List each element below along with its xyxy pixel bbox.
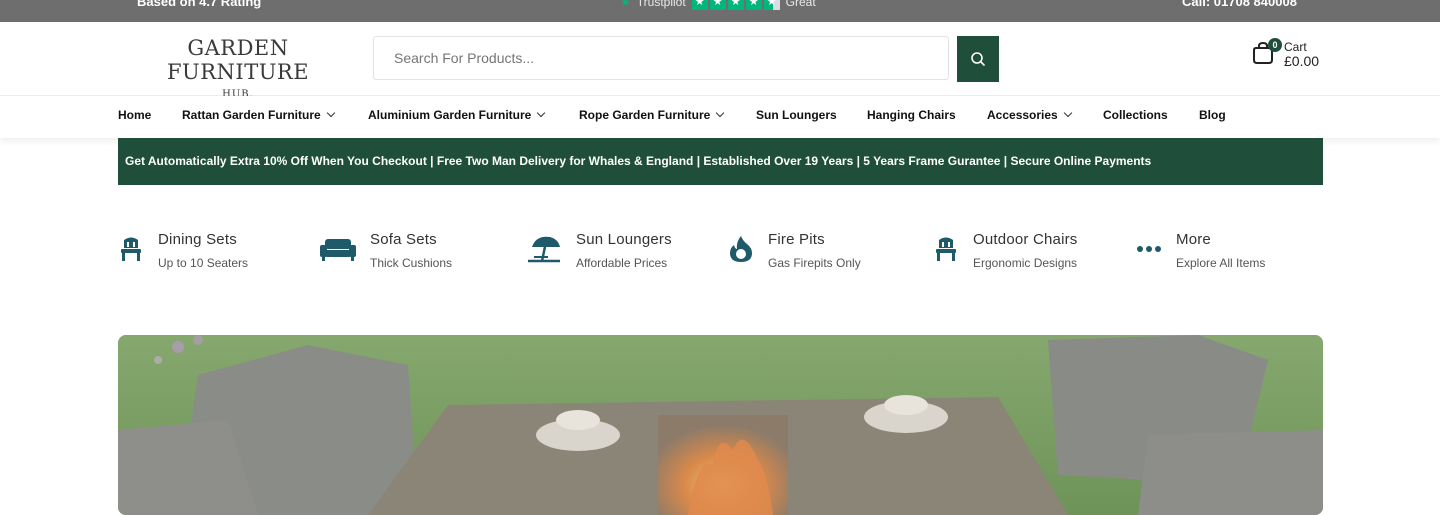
hero-banner-image[interactable] bbox=[118, 335, 1323, 515]
chevron-down-icon bbox=[537, 108, 546, 118]
category-title: Outdoor Chairs bbox=[973, 231, 1078, 248]
trustpilot-stars: ★ ★ ★ ★ ★ bbox=[691, 0, 780, 10]
nav-item-collections[interactable]: Collections bbox=[1103, 108, 1168, 122]
promo-banner: Get Automatically Extra 10% Off When You… bbox=[118, 138, 1323, 185]
logo-main-text: GARDEN FURNITURE bbox=[166, 36, 310, 84]
nav-item-rattan-garden-furniture[interactable]: Rattan Garden Furniture bbox=[182, 108, 335, 122]
nav-label: Home bbox=[118, 108, 152, 122]
rating-text: Based on 4.7 Rating bbox=[137, 0, 262, 9]
nav-label: Sun Loungers bbox=[756, 108, 837, 122]
star-icon: ★ bbox=[727, 0, 744, 10]
cart-count-badge: 0 bbox=[1268, 38, 1282, 52]
category-sofa-sets[interactable]: Sofa Sets Thick Cushions bbox=[320, 228, 452, 270]
beach-umbrella-icon bbox=[526, 232, 562, 266]
trustpilot-label: Trustpilot bbox=[636, 0, 686, 9]
nav-label: Hanging Chairs bbox=[867, 108, 956, 122]
star-icon: ★ bbox=[709, 0, 726, 10]
cart-amount: £0.00 bbox=[1284, 53, 1320, 69]
category-title: Fire Pits bbox=[768, 231, 825, 248]
more-dots-icon bbox=[1136, 232, 1162, 266]
cart-bag-icon: 0 bbox=[1250, 38, 1282, 68]
rating-word: Great bbox=[785, 0, 816, 9]
sofa-icon bbox=[320, 232, 356, 266]
star-icon: ★ bbox=[745, 0, 762, 10]
category-subtitle: Affordable Prices bbox=[576, 256, 668, 270]
cart-summary: Cart £0.00 bbox=[1284, 40, 1319, 68]
category-title: More bbox=[1176, 231, 1211, 248]
hero-scene bbox=[118, 335, 1323, 515]
cart-button[interactable]: 0 Cart £0.00 bbox=[1250, 38, 1319, 68]
search-icon bbox=[971, 52, 985, 66]
nav-item-aluminium-garden-furniture[interactable]: Aluminium Garden Furniture bbox=[368, 108, 546, 122]
category-subtitle: Ergonomic Designs bbox=[973, 256, 1078, 270]
category-sun-loungers[interactable]: Sun Loungers Affordable Prices bbox=[526, 228, 672, 270]
chair-icon bbox=[933, 232, 959, 266]
nav-label: Rattan Garden Furniture bbox=[182, 108, 321, 122]
phone-number[interactable]: Call: 01708 840008 bbox=[1182, 0, 1297, 9]
category-subtitle: Up to 10 Seaters bbox=[158, 256, 249, 270]
nav-label: Aluminium Garden Furniture bbox=[368, 108, 532, 122]
site-logo[interactable]: GARDEN FURNITURE HUB. bbox=[118, 36, 358, 100]
category-subtitle: Thick Cushions bbox=[370, 256, 453, 270]
nav-label: Blog bbox=[1199, 108, 1226, 122]
nav-label: Collections bbox=[1103, 108, 1168, 122]
category-subtitle: Explore All Items bbox=[1176, 256, 1266, 270]
top-announcement-bar: Based on 4.7 Rating ★ Trustpilot ★ ★ ★ ★… bbox=[0, 0, 1440, 22]
nav-item-rope-garden-furniture[interactable]: Rope Garden Furniture bbox=[579, 108, 725, 122]
main-navigation: Home Rattan Garden Furniture Aluminium G… bbox=[0, 96, 1440, 138]
search-button[interactable] bbox=[957, 36, 999, 82]
category-title: Sofa Sets bbox=[370, 231, 437, 248]
category-title: Dining Sets bbox=[158, 231, 237, 248]
nav-item-sun-loungers[interactable]: Sun Loungers bbox=[756, 108, 837, 122]
chevron-down-icon bbox=[326, 108, 335, 118]
nav-item-accessories[interactable]: Accessories bbox=[987, 108, 1072, 122]
category-more[interactable]: More Explore All Items bbox=[1136, 228, 1265, 270]
chevron-down-icon bbox=[1063, 108, 1072, 118]
nav-item-blog[interactable]: Blog bbox=[1199, 108, 1226, 122]
nav-item-hanging-chairs[interactable]: Hanging Chairs bbox=[867, 108, 956, 122]
half-star-icon: ★ bbox=[763, 0, 780, 10]
nav-item-home[interactable]: Home bbox=[118, 108, 151, 122]
site-header: GARDEN FURNITURE HUB. 0 Cart £0.00 bbox=[0, 22, 1440, 100]
category-outdoor-chairs[interactable]: Outdoor Chairs Ergonomic Designs bbox=[933, 228, 1078, 270]
nav-label: Rope Garden Furniture bbox=[579, 108, 711, 122]
trustpilot-widget[interactable]: ★ Trustpilot ★ ★ ★ ★ ★ Great bbox=[620, 0, 816, 10]
search-input[interactable] bbox=[373, 36, 949, 80]
cart-label: Cart bbox=[1284, 40, 1307, 54]
chevron-down-icon bbox=[716, 108, 725, 118]
trustpilot-star-icon: ★ bbox=[620, 0, 631, 9]
nav-label: Accessories bbox=[987, 108, 1058, 122]
category-dining-sets[interactable]: Dining Sets Up to 10 Seaters bbox=[118, 228, 248, 270]
flame-icon bbox=[728, 232, 754, 266]
category-subtitle: Gas Firepits Only bbox=[768, 256, 861, 270]
dining-chair-icon bbox=[118, 232, 144, 266]
category-fire-pits[interactable]: Fire Pits Gas Firepits Only bbox=[728, 228, 861, 270]
star-icon: ★ bbox=[691, 0, 708, 10]
category-title: Sun Loungers bbox=[576, 231, 672, 248]
